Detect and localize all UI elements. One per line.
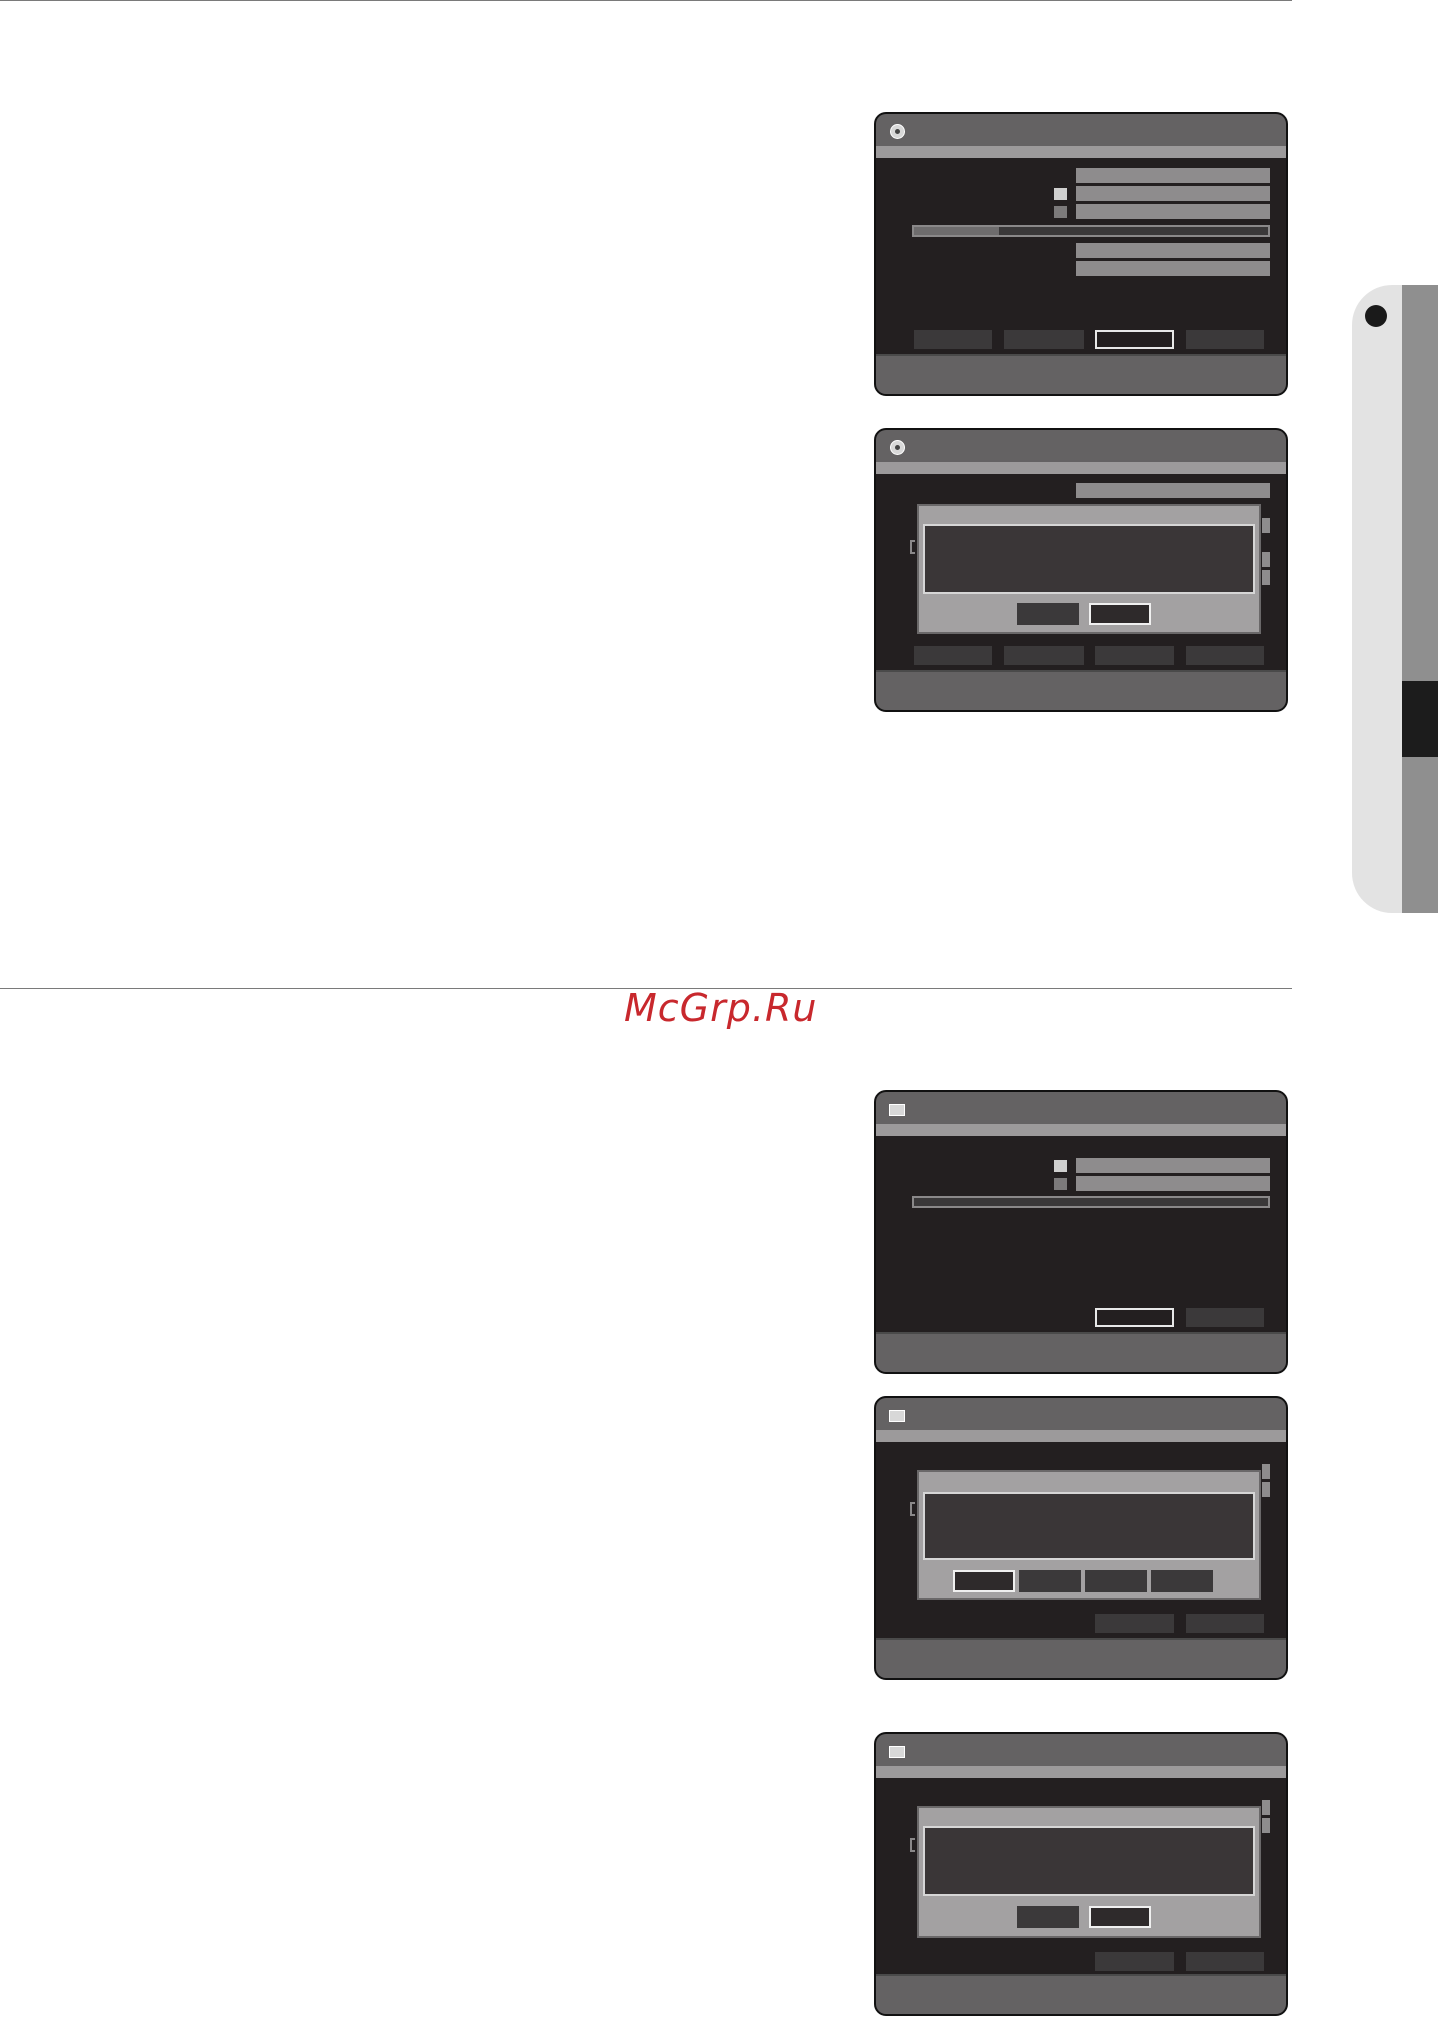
sub-bar (876, 1124, 1286, 1136)
option-button[interactable] (1095, 646, 1174, 665)
footer-bar (876, 1638, 1286, 1678)
option-button[interactable] (1004, 646, 1084, 665)
info-field (1076, 168, 1270, 183)
sub-bar (876, 1766, 1286, 1778)
field-edge (910, 1502, 915, 1516)
info-field (1076, 186, 1270, 201)
progress-fill (914, 227, 999, 235)
field-edge (910, 540, 915, 554)
screen-3 (874, 1090, 1288, 1374)
confirm-dialog (917, 504, 1261, 634)
top-rule (0, 0, 1292, 1)
title-bar (876, 1398, 1286, 1430)
chapter-tab-strip (1402, 285, 1438, 913)
option-button[interactable] (1186, 1952, 1264, 1971)
dialog-message-box (923, 1826, 1255, 1896)
screen-2 (874, 428, 1288, 712)
disc-icon (890, 124, 905, 139)
dialog-button[interactable] (1017, 603, 1079, 625)
option-button[interactable] (1095, 1952, 1174, 1971)
dialog-message-box (923, 1492, 1255, 1560)
disc-icon (890, 440, 905, 455)
selected-button[interactable] (1095, 1308, 1174, 1327)
screen-1 (874, 112, 1288, 396)
option-button[interactable] (914, 646, 992, 665)
footer-bar (876, 354, 1286, 394)
option-button[interactable] (1186, 1614, 1264, 1633)
option-button[interactable] (1186, 330, 1264, 349)
screen-4 (874, 1396, 1288, 1680)
selected-button[interactable] (1095, 330, 1174, 349)
progress-bar (912, 225, 1270, 237)
dialog-button[interactable] (1151, 1570, 1213, 1592)
dialog-button-selected[interactable] (953, 1570, 1015, 1592)
info-field (1076, 243, 1270, 258)
title-bar (876, 114, 1286, 146)
hdd-icon (889, 1410, 905, 1422)
info-field (1076, 483, 1270, 498)
option-button[interactable] (1095, 1614, 1174, 1633)
field-edge (1262, 518, 1270, 533)
sub-bar (876, 462, 1286, 474)
checkbox-checked[interactable] (1054, 188, 1067, 200)
footer-bar (876, 1332, 1286, 1372)
option-button[interactable] (1186, 1308, 1264, 1327)
screen-5 (874, 1732, 1288, 2016)
sub-bar (876, 1430, 1286, 1442)
dialog-button-selected[interactable] (1089, 1906, 1151, 1928)
watermark: McGrp.Ru (624, 986, 818, 1030)
option-button[interactable] (1186, 646, 1264, 665)
dialog-button[interactable] (1085, 1570, 1147, 1592)
field-edge (1262, 1482, 1270, 1497)
dialog-message-box (923, 524, 1255, 594)
chapter-tab-marker (1402, 681, 1438, 757)
hdd-icon (889, 1746, 905, 1758)
title-bar (876, 1092, 1286, 1124)
confirm-dialog (917, 1806, 1261, 1938)
field-edge (1262, 570, 1270, 585)
field-edge (910, 1838, 915, 1852)
option-button[interactable] (914, 330, 992, 349)
sub-bar (876, 146, 1286, 158)
dialog-button[interactable] (1019, 1570, 1081, 1592)
hdd-icon (889, 1104, 905, 1116)
options-dialog (917, 1470, 1261, 1600)
field-edge (1262, 1818, 1270, 1833)
footer-bar (876, 1974, 1286, 2014)
footer-bar (876, 670, 1286, 710)
checkbox-unchecked[interactable] (1054, 1178, 1067, 1190)
option-button[interactable] (1004, 330, 1084, 349)
checkbox-unchecked[interactable] (1054, 206, 1067, 218)
progress-bar (912, 1196, 1270, 1208)
title-bar (876, 430, 1286, 462)
info-field (1076, 1158, 1270, 1173)
field-edge (1262, 552, 1270, 567)
dialog-button-selected[interactable] (1089, 603, 1151, 625)
chapter-dot-icon (1365, 305, 1387, 327)
field-edge (1262, 1800, 1270, 1815)
title-bar (876, 1734, 1286, 1766)
info-field (1076, 204, 1270, 219)
checkbox-checked[interactable] (1054, 1160, 1067, 1172)
field-edge (1262, 1464, 1270, 1479)
dialog-button[interactable] (1017, 1906, 1079, 1928)
info-field (1076, 261, 1270, 276)
info-field (1076, 1176, 1270, 1191)
